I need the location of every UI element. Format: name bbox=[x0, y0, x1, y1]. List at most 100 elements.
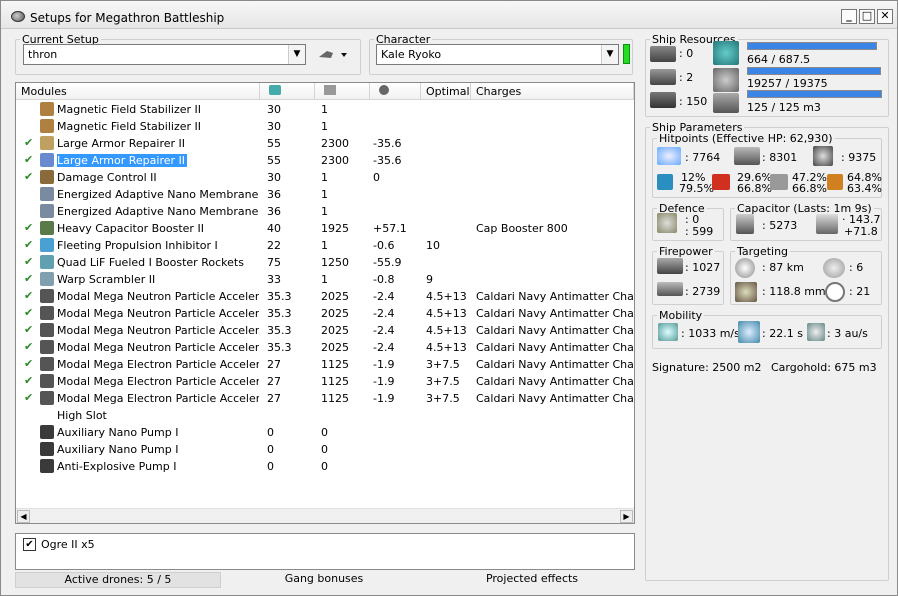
sensor-strength: : 21 bbox=[849, 285, 871, 298]
table-row[interactable]: ✔ Modal Mega Electron Particle Accelerato… bbox=[16, 390, 634, 407]
table-row[interactable]: Magnetic Field Stabilizer II 30 1 bbox=[16, 118, 634, 135]
table-row[interactable]: Auxiliary Nano Pump I 0 0 bbox=[16, 424, 634, 441]
col-capacitor[interactable] bbox=[370, 83, 421, 100]
projected-effects-tab[interactable]: Projected effects bbox=[427, 572, 637, 588]
col-cpu[interactable] bbox=[260, 83, 315, 100]
module-icon bbox=[40, 102, 54, 116]
check-icon: ✔ bbox=[24, 153, 34, 166]
table-row[interactable]: Energized Adaptive Nano Membrane II 36 1 bbox=[16, 203, 634, 220]
module-icon bbox=[40, 374, 54, 388]
sensor-strength-icon bbox=[825, 282, 845, 302]
col-charges[interactable]: Charges bbox=[471, 83, 634, 100]
cpu-value: 664 / 687.5 bbox=[747, 53, 811, 66]
table-row[interactable]: ✔ Large Armor Repairer II 55 2300 -35.6 bbox=[16, 152, 634, 169]
module-name-text: Modal Mega Neutron Particle Accelerator … bbox=[57, 324, 259, 337]
table-row[interactable]: ✔ Modal Mega Neutron Particle Accelerator… bbox=[16, 322, 634, 339]
character-select[interactable]: Kale Ryoko ▼ bbox=[376, 44, 619, 65]
drone-item[interactable]: Ogre II x5 bbox=[41, 538, 95, 551]
module-name: Quad LiF Fueled I Booster Rockets bbox=[57, 256, 259, 269]
table-row[interactable]: ✔ Large Armor Repairer II 55 2300 -35.6 bbox=[16, 135, 634, 152]
structure-hp: : 9375 bbox=[841, 151, 877, 164]
check-icon: ✔ bbox=[24, 221, 34, 234]
col-powergrid[interactable] bbox=[315, 83, 370, 100]
powergrid-value: 19257 / 19375 bbox=[747, 77, 828, 90]
module-icon bbox=[40, 255, 54, 269]
chevron-down-icon[interactable]: ▼ bbox=[288, 45, 305, 64]
table-row[interactable]: Auxiliary Nano Pump I 0 0 bbox=[16, 441, 634, 458]
module-cpu: 40 bbox=[267, 222, 281, 235]
module-cpu: 55 bbox=[267, 137, 281, 150]
module-charges: Caldari Navy Antimatter Charge L bbox=[476, 324, 634, 337]
module-capacitor: -1.9 bbox=[373, 375, 395, 388]
chevron-down-icon[interactable]: ▼ bbox=[601, 45, 618, 64]
mobility-warp: : 3 au/s bbox=[827, 327, 868, 340]
table-row[interactable]: ✔ Modal Mega Neutron Particle Accelerator… bbox=[16, 339, 634, 356]
check-icon: ✔ bbox=[24, 255, 34, 268]
targeting-range-icon bbox=[735, 258, 755, 278]
module-powergrid: 1125 bbox=[321, 358, 349, 371]
table-row[interactable]: ✔ Fleeting Propulsion Inhibitor I 22 1 -0.6 1… bbox=[16, 237, 634, 254]
thermal-resist-icon bbox=[712, 174, 730, 190]
em-resist-icon bbox=[657, 174, 673, 190]
table-row[interactable]: ✔ Quad LiF Fueled I Booster Rockets 75 1250… bbox=[16, 254, 634, 271]
gang-bonuses-tab[interactable]: Gang bonuses bbox=[221, 572, 427, 588]
cpu-icon bbox=[269, 85, 281, 95]
module-icon bbox=[40, 153, 54, 167]
align-time-icon bbox=[738, 321, 760, 343]
module-name-text: Modal Mega Electron Particle Accelerator… bbox=[57, 392, 259, 405]
drones-list[interactable]: ✔ Ogre II x5 bbox=[15, 533, 635, 570]
module-name: Modal Mega Neutron Particle Accelerator … bbox=[57, 307, 259, 320]
scroll-right-icon[interactable]: ▶ bbox=[620, 510, 633, 523]
table-row[interactable]: ✔ Warp Scrambler II 33 1 -0.8 9 bbox=[16, 271, 634, 288]
col-optimal[interactable]: Optimal bbox=[421, 83, 471, 100]
module-icon bbox=[40, 391, 54, 405]
capacitor-icon bbox=[379, 85, 389, 95]
table-row[interactable]: Magnetic Field Stabilizer II 30 1 bbox=[16, 101, 634, 118]
table-row[interactable]: Energized Adaptive Nano Membrane II 36 1 bbox=[16, 186, 634, 203]
drone-checkbox[interactable]: ✔ bbox=[23, 538, 36, 551]
module-optimal: 4.5+13 bbox=[426, 341, 467, 354]
module-capacitor: -2.4 bbox=[373, 341, 395, 354]
module-name: Magnetic Field Stabilizer II bbox=[57, 120, 259, 133]
launcher-hardpoint-icon bbox=[650, 69, 676, 85]
module-name: Modal Mega Electron Particle Accelerator… bbox=[57, 358, 259, 371]
col-modules[interactable]: Modules bbox=[16, 83, 260, 100]
table-row[interactable]: ✔ Modal Mega Neutron Particle Accelerator… bbox=[16, 288, 634, 305]
modules-list[interactable]: Modules Optimal Charges Magnetic Field S… bbox=[15, 82, 635, 524]
module-optimal: 9 bbox=[426, 273, 433, 286]
table-row[interactable]: ✔ Modal Mega Electron Particle Accelerato… bbox=[16, 373, 634, 390]
setup-menu-button[interactable] bbox=[317, 47, 349, 63]
scroll-left-icon[interactable]: ◀ bbox=[17, 510, 30, 523]
shield-icon bbox=[657, 147, 681, 165]
minimize-button[interactable]: _ bbox=[841, 9, 857, 24]
module-cpu: 35.3 bbox=[267, 341, 292, 354]
table-row[interactable]: ✔ Modal Mega Neutron Particle Accelerator… bbox=[16, 305, 634, 322]
title-bar: Setups for Megathron Battleship _ □ ✕ bbox=[1, 1, 897, 29]
module-capacitor: -35.6 bbox=[373, 154, 402, 167]
capacitor-amount: : 5273 bbox=[762, 219, 798, 232]
module-name: Energized Adaptive Nano Membrane II bbox=[57, 205, 259, 218]
main-window: Setups for Megathron Battleship _ □ ✕ Cu… bbox=[0, 0, 898, 596]
module-name-text: Auxiliary Nano Pump I bbox=[57, 426, 179, 439]
setup-select[interactable]: thron ▼ bbox=[23, 44, 306, 65]
table-row[interactable]: High Slot bbox=[16, 407, 634, 424]
active-drones-tab[interactable]: Active drones: 5 / 5 bbox=[15, 572, 221, 588]
module-powergrid: 1250 bbox=[321, 256, 349, 269]
maximize-button[interactable]: □ bbox=[859, 9, 875, 24]
module-name-text: Auxiliary Nano Pump I bbox=[57, 443, 179, 456]
table-row[interactable]: ✔ Heavy Capacitor Booster II 40 1925 +57.1 Ca… bbox=[16, 220, 634, 237]
table-row[interactable]: ✔ Damage Control II 30 1 0 bbox=[16, 169, 634, 186]
table-row[interactable]: ✔ Modal Mega Electron Particle Accelerato… bbox=[16, 356, 634, 373]
module-powergrid: 1 bbox=[321, 120, 328, 133]
module-cpu: 36 bbox=[267, 205, 281, 218]
close-button[interactable]: ✕ bbox=[877, 9, 893, 24]
projected-effects-label: Projected effects bbox=[485, 572, 579, 585]
horizontal-scrollbar[interactable]: ◀ ▶ bbox=[16, 508, 634, 523]
table-row[interactable]: Anti-Explosive Pump I 0 0 bbox=[16, 458, 634, 475]
module-name-text: Magnetic Field Stabilizer II bbox=[57, 120, 201, 133]
module-icon bbox=[40, 221, 54, 235]
module-name: Large Armor Repairer II bbox=[57, 154, 259, 167]
module-powergrid: 1925 bbox=[321, 222, 349, 235]
module-powergrid: 2300 bbox=[321, 154, 349, 167]
check-icon: ✔ bbox=[24, 306, 34, 319]
